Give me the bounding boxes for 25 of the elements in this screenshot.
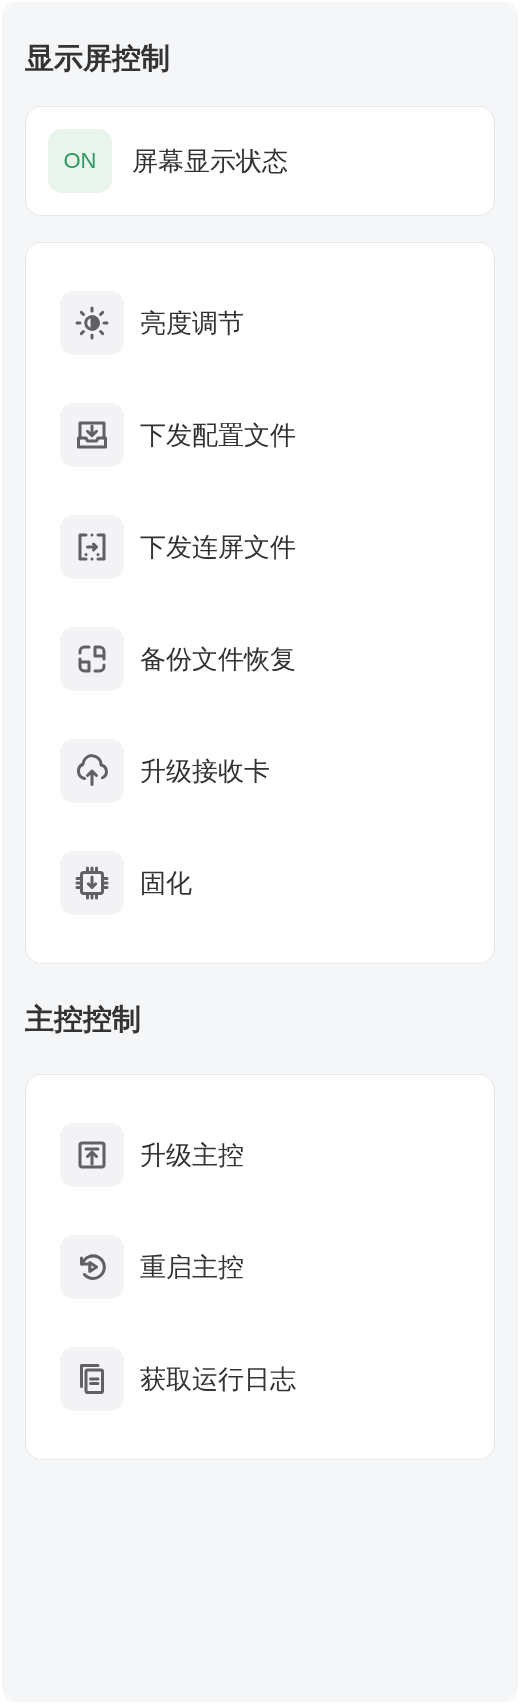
- icon-tile[interactable]: [60, 1235, 124, 1299]
- action-label[interactable]: 获取运行日志: [140, 1361, 296, 1397]
- section-title: 主控控制: [25, 1001, 142, 1038]
- action-label[interactable]: 备份文件恢复: [140, 641, 296, 677]
- icon-tile[interactable]: [60, 291, 124, 355]
- icon-tile[interactable]: [60, 627, 124, 691]
- icon-tile[interactable]: [60, 851, 124, 915]
- section-title: 显示屏控制: [25, 40, 171, 77]
- icon-tile[interactable]: [60, 515, 124, 579]
- action-label[interactable]: 亮度调节: [140, 305, 244, 341]
- icon-tile[interactable]: [60, 1123, 124, 1187]
- action-label[interactable]: 固化: [140, 865, 192, 901]
- action-label[interactable]: 升级主控: [140, 1137, 244, 1173]
- status-label: 屏幕显示状态: [132, 144, 288, 178]
- icon-tile[interactable]: [60, 739, 124, 803]
- icon-tile[interactable]: [60, 1347, 124, 1411]
- status-badge: ON: [48, 129, 112, 193]
- icon-tile[interactable]: [60, 403, 124, 467]
- action-label[interactable]: 升级接收卡: [140, 753, 270, 789]
- action-label[interactable]: 下发连屏文件: [140, 529, 296, 565]
- brightness-icon: [74, 305, 110, 341]
- cloud-upload-icon: [74, 753, 110, 789]
- action-label[interactable]: 重启主控: [140, 1249, 244, 1285]
- action-label[interactable]: 下发配置文件: [140, 417, 296, 453]
- chip-download-icon: [74, 865, 110, 901]
